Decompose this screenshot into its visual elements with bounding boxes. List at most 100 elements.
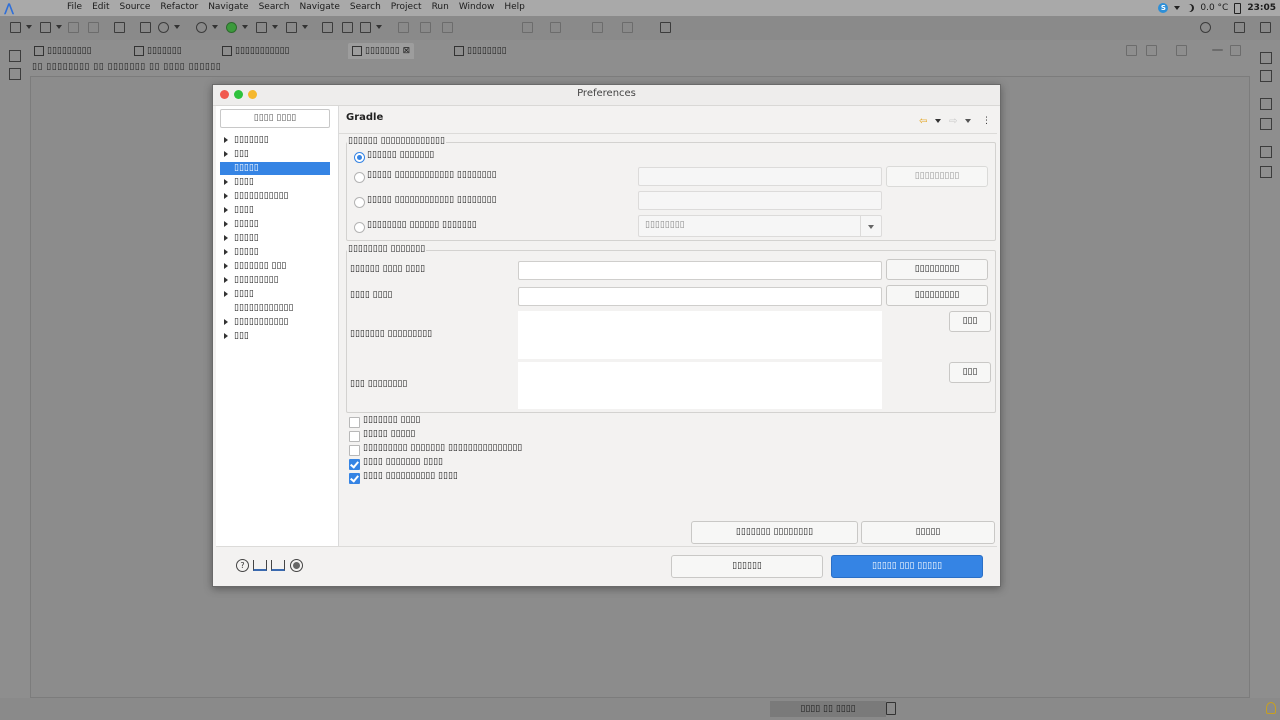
app-launcher-icon[interactable]: ⋀ — [4, 1, 16, 15]
back-history-dropdown-icon[interactable] — [935, 119, 941, 123]
package-icon[interactable] — [138, 20, 152, 34]
tree-item[interactable]: ▯▯▯ — [216, 148, 330, 161]
list-icon[interactable] — [1144, 43, 1158, 57]
run-dropdown-icon[interactable] — [242, 25, 248, 29]
last-edit-icon[interactable] — [520, 20, 534, 34]
tree-item[interactable]: ▯▯▯▯▯▯▯▯▯▯▯ — [216, 190, 330, 203]
apply-and-close-button[interactable]: ▯▯▯▯▯ ▯▯▯ ▯▯▯▯▯ — [831, 555, 983, 578]
maximize-icon[interactable] — [1228, 43, 1242, 57]
restore-icon[interactable] — [1260, 98, 1272, 110]
menu-help[interactable]: Help — [499, 0, 530, 16]
menu-project[interactable]: Project — [386, 0, 427, 16]
external-tools-dropdown-icon[interactable] — [302, 25, 308, 29]
menu-search[interactable]: Search — [254, 0, 295, 16]
expand-arrow-icon[interactable] — [224, 263, 228, 269]
help-icon[interactable]: ? — [236, 559, 249, 572]
radio-specific-version[interactable] — [354, 222, 365, 233]
offline-mode-checkbox[interactable] — [349, 417, 360, 428]
restore-icon[interactable] — [9, 50, 21, 62]
menu-navigate[interactable]: Navigate — [203, 0, 253, 16]
tree-item[interactable]: ▯▯▯▯ — [216, 176, 330, 189]
radio-gradle-wrapper[interactable] — [354, 152, 365, 163]
external-tools-icon[interactable] — [284, 20, 298, 34]
next-annotation-icon[interactable] — [418, 20, 432, 34]
cancel-button[interactable]: ▯▯▯▯▯▯ — [671, 555, 823, 578]
record-icon[interactable] — [290, 559, 303, 572]
program-arguments-list[interactable] — [518, 311, 882, 359]
filter-input[interactable]: ▯▯▯▯ ▯▯▯▯ — [220, 109, 330, 128]
radio-local-installation[interactable] — [354, 172, 365, 183]
browse-user-home-button[interactable]: ▯▯▯▯▯▯▯▯▯ — [886, 259, 988, 280]
radio-remote-distribution[interactable] — [354, 197, 365, 208]
tree-item[interactable]: ▯▯▯▯▯ — [216, 232, 330, 245]
expand-arrow-icon[interactable] — [224, 333, 228, 339]
add-jvm-argument-button[interactable]: ▯▯▯ — [949, 362, 991, 383]
search-dropdown-icon[interactable] — [376, 25, 382, 29]
expand-arrow-icon[interactable] — [224, 179, 228, 185]
tree-item[interactable]: ▯▯▯▯▯ — [216, 246, 330, 259]
local-installation-field[interactable] — [638, 167, 882, 186]
open-task-icon[interactable] — [340, 20, 354, 34]
menu-navigate-2[interactable]: Navigate — [294, 0, 344, 16]
new-icon[interactable] — [8, 20, 22, 34]
refresh-icon[interactable] — [156, 20, 170, 34]
save-icon[interactable] — [38, 20, 52, 34]
tree-item[interactable]: ▯▯▯▯ — [216, 288, 330, 301]
forward-icon[interactable] — [590, 20, 604, 34]
add-program-argument-button[interactable]: ▯▯▯ — [949, 311, 991, 332]
refresh-dropdown-icon[interactable] — [174, 25, 180, 29]
gradle-user-home-field[interactable] — [518, 261, 882, 280]
pin-editor-icon[interactable] — [658, 20, 672, 34]
restore-defaults-button[interactable]: ▯▯▯▯▯▯▯ ▯▯▯▯▯▯▯▯ — [691, 521, 858, 544]
build-scans-checkbox[interactable] — [349, 431, 360, 442]
forward-history-dropdown-icon[interactable] — [965, 119, 971, 123]
coverage-dropdown-icon[interactable] — [272, 25, 278, 29]
expand-arrow-icon[interactable] — [224, 235, 228, 241]
battery-icon[interactable] — [1234, 2, 1242, 14]
night-mode-icon[interactable] — [1186, 4, 1194, 12]
java-perspective-icon[interactable] — [1258, 20, 1272, 34]
print-icon[interactable] — [86, 20, 100, 34]
save-dropdown-icon[interactable] — [56, 25, 62, 29]
expand-arrow-icon[interactable] — [224, 291, 228, 297]
tree-item[interactable]: ▯▯▯▯▯▯▯ ▯▯▯ — [216, 260, 330, 273]
back-arrow-icon[interactable]: ⇦ — [919, 116, 927, 127]
editor-tab[interactable]: ▯▯▯▯▯▯▯▯ — [454, 43, 507, 59]
tree-item[interactable]: ▯▯▯▯▯ — [216, 218, 330, 231]
open-perspective-icon[interactable] — [1232, 20, 1246, 34]
coverage-icon[interactable] — [254, 20, 268, 34]
save-all-icon[interactable] — [66, 20, 80, 34]
minimize-icon[interactable] — [1210, 43, 1224, 57]
menu-search-2[interactable]: Search — [345, 0, 386, 16]
debug-dropdown-icon[interactable] — [212, 25, 218, 29]
tree-item[interactable]: ▯▯▯▯▯▯▯▯▯ — [216, 274, 330, 287]
browse-java-home-button[interactable]: ▯▯▯▯▯▯▯▯▯ — [886, 285, 988, 306]
tree-item[interactable]: ▯▯▯▯ — [216, 204, 330, 217]
search-tool-icon[interactable] — [358, 20, 372, 34]
heap-status[interactable]: ▯▯▯▯ ▯▯ ▯▯▯▯ — [770, 701, 886, 717]
menu-refactor[interactable]: Refactor — [155, 0, 203, 16]
expand-arrow-icon[interactable] — [224, 207, 228, 213]
version-select[interactable]: ▯▯▯▯▯▯▯▯ — [638, 215, 882, 237]
expand-arrow-icon[interactable] — [224, 319, 228, 325]
task-list-icon[interactable] — [1260, 70, 1272, 82]
expand-arrow-icon[interactable] — [224, 151, 228, 157]
import-icon[interactable] — [253, 560, 267, 571]
menu-edit[interactable]: Edit — [87, 0, 114, 16]
restore-icon[interactable] — [1260, 52, 1272, 64]
editor-tab[interactable]: ▯▯▯▯▯▯▯ — [134, 43, 182, 59]
java-home-field[interactable] — [518, 287, 882, 306]
package-explorer-icon[interactable] — [9, 68, 21, 80]
export-icon[interactable] — [271, 560, 285, 571]
tree-item[interactable]: ▯▯▯▯▯▯▯▯▯▯▯ — [216, 316, 330, 329]
remote-distribution-field[interactable] — [638, 191, 882, 210]
prev-annotation-icon[interactable] — [440, 20, 454, 34]
tree-item[interactable]: ▯▯▯ — [216, 330, 330, 343]
forward-arrow-icon[interactable]: ⇨ — [949, 116, 957, 127]
tree-item[interactable]: ▯▯▯▯▯▯▯▯▯▯▯▯ — [216, 302, 330, 315]
menu-file[interactable]: File — [62, 0, 87, 16]
console-icon[interactable] — [1260, 166, 1272, 178]
restore-icon[interactable] — [1260, 146, 1272, 158]
menu-source[interactable]: Source — [115, 0, 156, 16]
editor-tab[interactable]: ▯▯▯▯▯▯▯▯▯ — [34, 43, 92, 59]
